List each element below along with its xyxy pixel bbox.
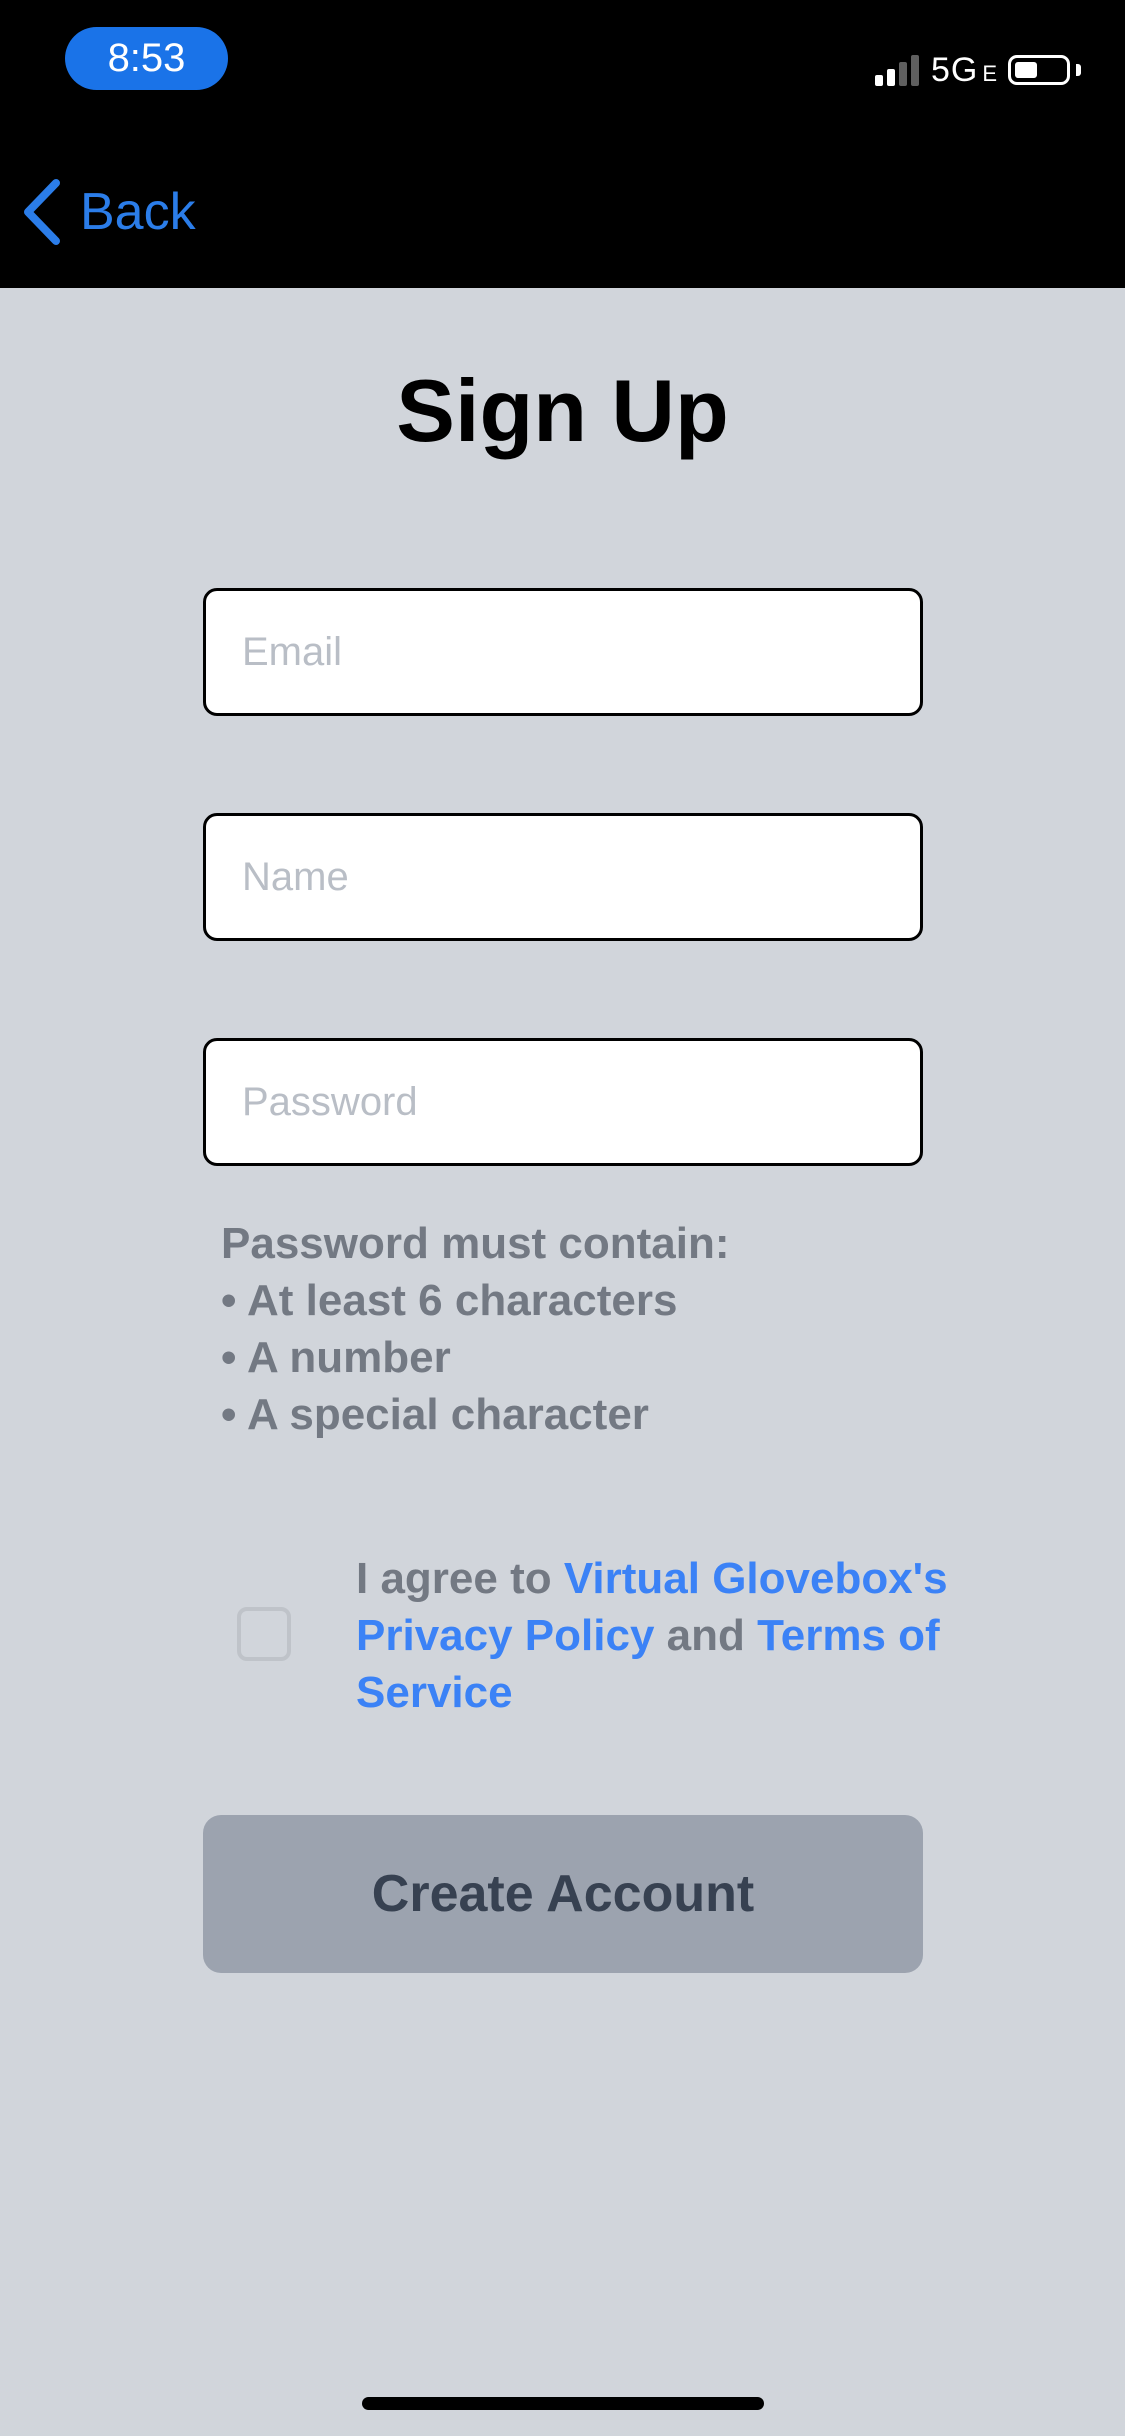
home-indicator — [362, 2397, 764, 2410]
page-title: Sign Up — [396, 361, 729, 460]
chevron-left-icon — [24, 179, 60, 245]
back-label: Back — [80, 183, 196, 241]
create-account-button[interactable]: Create Account — [203, 1815, 923, 1973]
battery-icon — [1008, 55, 1070, 85]
network-type-sub: E — [982, 60, 998, 86]
email-field[interactable] — [203, 588, 923, 716]
password-requirement-item: • At least 6 characters — [221, 1276, 678, 1325]
agreement-prefix: I agree to — [356, 1554, 564, 1603]
battery-fill — [1015, 62, 1037, 78]
name-field[interactable] — [203, 813, 923, 941]
status-time: 8:53 — [65, 27, 228, 90]
status-indicators: 5G E — [874, 50, 1081, 90]
agreement-conjunction: and — [654, 1611, 758, 1660]
signal-icon — [874, 54, 923, 86]
agreement-text: I agree to Virtual Glovebox's Privacy Po… — [356, 1550, 976, 1721]
password-field[interactable] — [203, 1038, 923, 1166]
network-type-label: 5G — [930, 50, 979, 89]
password-requirement-item: • A number — [221, 1333, 451, 1382]
password-requirement-item: • A special character — [221, 1390, 649, 1439]
battery-tip — [1076, 64, 1081, 76]
password-requirements-heading: Password must contain: — [221, 1219, 730, 1268]
agree-checkbox[interactable] — [237, 1607, 291, 1661]
top-bar: 8:53 5G E Back — [0, 0, 1125, 288]
back-button[interactable]: Back — [22, 172, 196, 252]
network-type: 5G E — [931, 51, 1008, 90]
password-requirements: Password must contain: • At least 6 char… — [221, 1215, 730, 1443]
